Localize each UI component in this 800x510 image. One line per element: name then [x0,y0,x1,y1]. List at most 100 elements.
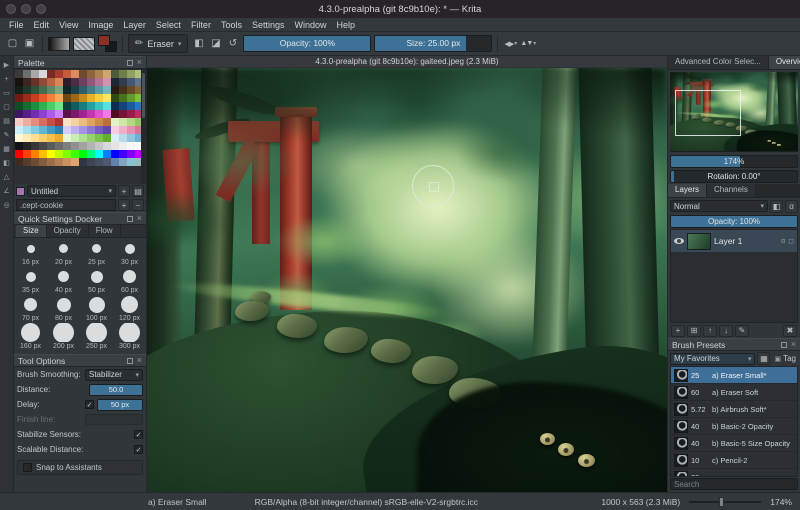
palette-swatch[interactable] [111,78,119,86]
palette-swatch[interactable] [103,78,111,86]
palette-swatch[interactable] [23,118,31,126]
palette-swatch[interactable] [39,126,47,134]
fill-tool-icon[interactable]: ◧ [1,157,13,169]
palette-swatch[interactable] [55,102,63,110]
palette-swatch[interactable] [87,118,95,126]
palette-swatch[interactable] [63,102,71,110]
quick-settings-header[interactable]: Quick Settings Docker × [14,212,146,225]
palette-swatch[interactable] [87,78,95,86]
blending-mode-icon[interactable]: ◧ [191,35,206,53]
brush-preset-item[interactable]: 25 a) Eraser Small* [671,367,797,384]
palette-swatch[interactable] [119,70,127,78]
palette-swatch[interactable] [71,142,79,150]
snap-to-assistants-toggle[interactable]: Snap to Assistants [17,460,143,475]
pattern-tool-icon[interactable]: ▦ [1,143,13,155]
palette-swatch[interactable] [79,134,87,142]
palette-swatch[interactable] [111,102,119,110]
palette-swatch[interactable] [87,86,95,94]
palette-swatch[interactable] [103,126,111,134]
palette-menu-button[interactable]: ▤ [132,185,144,197]
palette-swatch[interactable] [71,150,79,158]
palette-swatch[interactable] [47,142,55,150]
mirror-vertical-icon[interactable]: ▲▼ ▾ [520,35,536,53]
menu-edit[interactable]: Edit [29,20,55,30]
brush-size-option-50[interactable]: 50 px [80,267,113,295]
brush-smoothing-select[interactable]: Stabilizer ▾ [85,368,143,381]
eraser-mode-icon[interactable]: ◪ [208,35,223,53]
delay-checkbox[interactable]: ✓ [85,400,94,409]
palette-swatch[interactable] [55,134,63,142]
foreground-color-swatch[interactable] [98,35,110,46]
snap-to-assistants-checkbox[interactable] [23,463,32,472]
brush-preset-item[interactable]: 40 b) Basic-2 Opacity [671,418,797,435]
palette-swatch[interactable] [15,86,23,94]
palette-swatch[interactable] [23,70,31,78]
menu-select[interactable]: Select [151,20,186,30]
measure-tool-icon[interactable]: ∠ [1,185,13,197]
palette-swatch[interactable] [111,110,119,118]
palette-swatch[interactable] [87,70,95,78]
palette-swatch[interactable] [111,150,119,158]
filter-layers-icon[interactable]: ◧ [770,199,783,213]
palette-swatch[interactable] [39,150,47,158]
palette-swatch[interactable] [23,150,31,158]
preset-tag-select[interactable]: My Favorites ▾ [670,352,756,365]
palette-swatch[interactable] [47,102,55,110]
delay-slider[interactable]: 50 px [97,398,143,411]
palette-swatch[interactable] [95,110,103,118]
palette-swatch[interactable] [63,126,71,134]
palette-swatch[interactable] [119,94,127,102]
palette-docker-header[interactable]: Palette × [14,56,146,69]
palette-swatch[interactable] [111,126,119,134]
palette-swatch[interactable] [47,118,55,126]
palette-swatch[interactable] [103,110,111,118]
brush-size-option-30[interactable]: 30 px [113,239,146,267]
opacity-slider[interactable]: Opacity: 100% [243,35,372,52]
palette-swatch[interactable] [87,102,95,110]
palette-swatch[interactable] [103,94,111,102]
palette-swatch[interactable] [79,110,87,118]
palette-swatch[interactable] [111,118,119,126]
palette-swatch[interactable] [39,78,47,86]
brush-size-option-100[interactable]: 100 px [80,295,113,323]
reload-preset-icon[interactable]: ↺ [225,35,240,53]
palette-swatch[interactable] [119,118,127,126]
palette-swatch[interactable] [127,70,135,78]
palette-swatch[interactable] [23,126,31,134]
window-maximize-button[interactable] [36,4,46,14]
palette-swatch[interactable] [79,70,87,78]
menu-file[interactable]: File [4,20,29,30]
palette-swatch[interactable] [87,150,95,158]
palette-swatch[interactable] [23,102,31,110]
palette-swatch[interactable] [39,134,47,142]
palette-swatch[interactable] [31,86,39,94]
palette-swatch[interactable] [15,134,23,142]
palette-swatch[interactable] [47,94,55,102]
palette-swatch[interactable] [55,94,63,102]
scalable-distance-checkbox[interactable]: ✓ [134,445,143,454]
save-document-icon[interactable]: ▣ [22,35,37,53]
palette-swatch[interactable] [23,134,31,142]
brush-size-option-40[interactable]: 40 px [47,267,80,295]
color-sampler-tool-icon[interactable]: ✎ [1,129,13,141]
palette-swatch[interactable] [63,110,71,118]
tab-overview[interactable]: Overview [768,56,800,69]
brush-preset-chooser-button[interactable]: ✏ Eraser ▾ [128,34,189,53]
delete-layer-button[interactable]: ✖ [783,324,797,337]
palette-swatch[interactable] [95,134,103,142]
palette-swatch[interactable] [103,102,111,110]
inherit-alpha-icon[interactable]: α [785,199,798,213]
mirror-horizontal-icon[interactable]: ◀▶ ▾ [503,35,518,53]
layer-alpha-icon[interactable]: α [781,238,785,245]
layer-opacity-slider[interactable]: Opacity: 100% [670,215,798,228]
palette-swatch[interactable] [87,142,95,150]
palette-swatch[interactable] [63,70,71,78]
palette-swatch[interactable] [15,118,23,126]
palette-swatch[interactable] [47,70,55,78]
open-document-icon[interactable]: ▢ [5,35,20,53]
menu-view[interactable]: View [54,20,83,30]
move-layer-down-button[interactable]: ↓ [719,324,733,337]
palette-swatch[interactable] [127,94,135,102]
palette-swatch[interactable] [95,94,103,102]
palette-swatch[interactable] [119,150,127,158]
